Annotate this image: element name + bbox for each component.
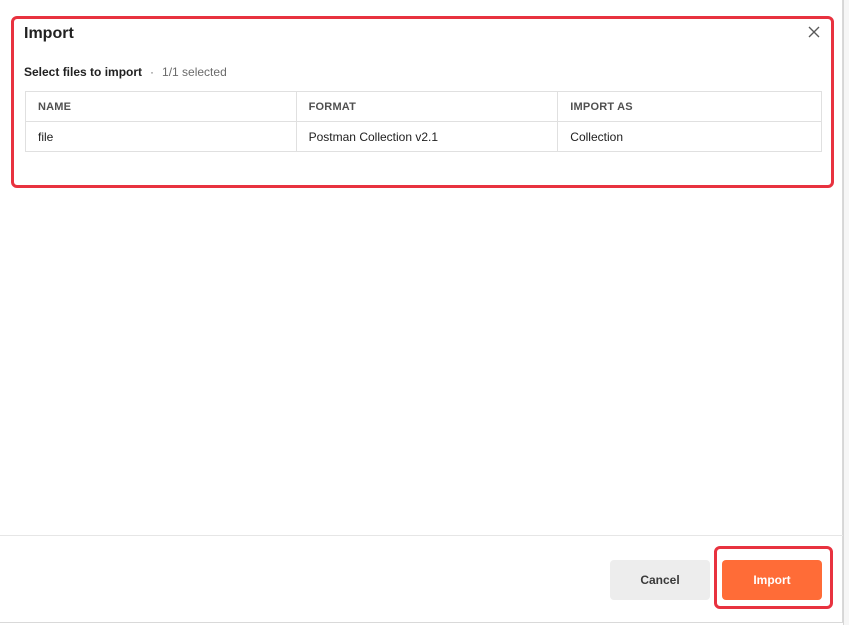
cell-file-format: Postman Collection v2.1 (295, 121, 559, 152)
selection-summary: Select files to import · 1/1 selected (24, 65, 227, 79)
table-header-row: NAME FORMAT IMPORT AS (25, 91, 822, 122)
selected-count: 1/1 selected (162, 65, 227, 79)
column-header-format: FORMAT (295, 91, 559, 122)
import-files-table: NAME FORMAT IMPORT AS file Postman Colle… (25, 91, 822, 152)
close-icon (808, 26, 820, 38)
close-button[interactable] (804, 22, 824, 42)
import-dialog: Import Select files to import · 1/1 select… (0, 0, 843, 623)
background-window-edge (843, 0, 849, 625)
column-header-import-as: IMPORT AS (557, 91, 822, 122)
separator-dot: · (150, 65, 155, 79)
cell-import-as[interactable]: Collection (557, 121, 822, 152)
cancel-button[interactable]: Cancel (610, 560, 710, 600)
cell-file-name: file (25, 121, 297, 152)
select-files-label: Select files to import (24, 65, 143, 79)
table-row[interactable]: file Postman Collection v2.1 Collection (25, 121, 822, 152)
column-header-name: NAME (25, 91, 297, 122)
dialog-title: Import (24, 25, 74, 42)
footer-divider (0, 535, 843, 536)
import-button[interactable]: Import (722, 560, 822, 600)
